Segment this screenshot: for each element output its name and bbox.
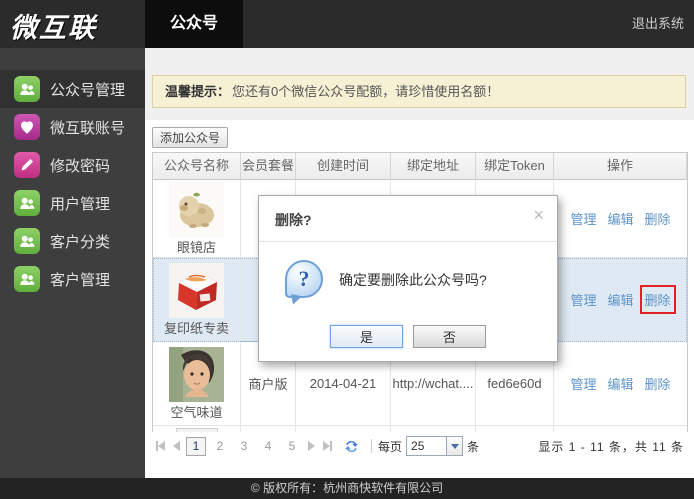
pig-figurine-image (169, 182, 224, 237)
account-name: 复印纸专卖 (163, 321, 229, 336)
page-number-current[interactable]: 1 (186, 436, 206, 456)
refresh-icon[interactable] (344, 439, 359, 454)
account-name-cell: 空气味道 (153, 342, 241, 426)
delete-link[interactable]: 删除 (645, 209, 671, 228)
copyright-text: © 版权所有：杭州商快软件有限公司 (250, 481, 444, 495)
close-icon[interactable]: × (533, 206, 544, 224)
delete-link[interactable]: 删除 (645, 374, 671, 393)
edit-link[interactable]: 编辑 (607, 374, 633, 393)
col-header-name[interactable]: 公众号名称 (153, 153, 241, 180)
page-number[interactable]: 3 (234, 439, 254, 453)
sidebar-item-change-password[interactable]: 修改密码 (0, 146, 145, 184)
per-page-value[interactable]: 25 (406, 436, 447, 456)
no-button[interactable]: 否 (413, 325, 486, 348)
app-window: 微互联 公众号 退出系统 公众号管理 微互联账号 修改密码 用户管理 客户分类 … (0, 0, 694, 499)
edit-link[interactable]: 编辑 (607, 290, 633, 309)
question-icon (285, 260, 323, 298)
users-icon (14, 76, 40, 102)
col-header-token[interactable]: 绑定Token (476, 153, 554, 180)
heart-icon (14, 114, 40, 140)
account-name: 眼镜店 (176, 240, 216, 255)
account-name: 空气味道 (170, 405, 223, 420)
col-header-url[interactable]: 绑定地址 (391, 153, 476, 180)
page-number[interactable]: 5 (282, 439, 302, 453)
actions-cell: 管理 编辑 删除 (554, 342, 687, 426)
actions-cell: 管理 编辑 删除 (554, 180, 687, 258)
sidebar: 公众号管理 微互联账号 修改密码 用户管理 客户分类 客户管理 (0, 48, 145, 478)
sidebar-item-label: 修改密码 (50, 157, 111, 175)
edit-link[interactable]: 编辑 (607, 209, 633, 228)
dialog-title: 删除? (275, 212, 312, 228)
delete-confirm-dialog: 删除? × 确定要删除此公众号吗? 是 否 (258, 195, 558, 362)
col-header-actions: 操作 (554, 153, 687, 180)
sidebar-item-label: 客户分类 (50, 233, 111, 251)
manage-link[interactable]: 管理 (570, 290, 596, 309)
pagination-bar: 1 2 3 4 5 每页 25 条 显示 1 - 11 条，共 11 条 (152, 432, 688, 460)
page-number[interactable]: 2 (210, 439, 230, 453)
logout-link[interactable]: 退出系统 (632, 0, 684, 48)
chevron-down-icon[interactable] (446, 436, 464, 456)
first-page-icon[interactable] (156, 441, 165, 451)
actions-cell: 管理 编辑 删除 (554, 258, 687, 342)
delete-link-highlighted[interactable]: 删除 (639, 285, 676, 314)
manage-link[interactable]: 管理 (570, 209, 596, 228)
per-page-select[interactable]: 25 (406, 436, 464, 456)
red-box-product-image (169, 263, 224, 318)
dialog-header[interactable]: 删除? × (259, 196, 557, 241)
footer: © 版权所有：杭州商快软件有限公司 (0, 478, 694, 499)
users-icon (14, 266, 40, 292)
col-header-created[interactable]: 创建时间 (296, 153, 391, 180)
app-logo: 微互联 (10, 13, 97, 43)
page-number[interactable]: 4 (258, 439, 278, 453)
sidebar-item-label: 用户管理 (50, 195, 111, 213)
account-name-cell: 眼镜店 (153, 180, 241, 258)
col-header-plan[interactable]: 会员套餐 (241, 153, 296, 180)
sidebar-item-customer-category[interactable]: 客户分类 (0, 222, 145, 260)
divider (371, 439, 372, 453)
account-name-cell: 复印纸专卖 (153, 258, 241, 342)
per-page-label: 每页 (378, 439, 403, 454)
quota-notice-banner: 温馨提示： 您还有0个微信公众号配额，请珍惜使用名额！ (152, 75, 686, 108)
last-page-icon[interactable] (323, 441, 332, 451)
records-summary: 显示 1 - 11 条，共 11 条 (538, 439, 684, 454)
pencil-icon (14, 152, 40, 178)
users-icon (14, 228, 40, 254)
notice-prefix: 温馨提示： (165, 84, 231, 99)
sidebar-item-account-management[interactable]: 公众号管理 (0, 70, 145, 108)
portrait-photo-image (169, 347, 224, 402)
manage-link[interactable]: 管理 (570, 374, 596, 393)
per-page-unit: 条 (467, 439, 480, 454)
sidebar-item-label: 微互联账号 (50, 119, 126, 137)
sidebar-item-label: 客户管理 (50, 271, 111, 289)
yes-button[interactable]: 是 (330, 325, 403, 348)
users-icon (14, 190, 40, 216)
sidebar-item-user-management[interactable]: 用户管理 (0, 184, 145, 222)
dialog-body: 确定要删除此公众号吗? (259, 242, 557, 318)
sidebar-item-customer-management[interactable]: 客户管理 (0, 260, 145, 298)
sidebar-item-label: 公众号管理 (50, 81, 126, 99)
tab-public-account[interactable]: 公众号 (145, 0, 243, 48)
dialog-message: 确定要删除此公众号吗? (339, 272, 487, 288)
notice-text: 您还有0个微信公众号配额，请珍惜使用名额！ (232, 84, 500, 99)
prev-page-icon[interactable] (173, 441, 180, 451)
dialog-footer: 是 否 (259, 325, 557, 348)
table-header-row: 公众号名称 会员套餐 创建时间 绑定地址 绑定Token 操作 (153, 153, 687, 180)
topbar: 微互联 公众号 退出系统 (0, 0, 694, 48)
next-page-icon[interactable] (308, 441, 315, 451)
add-public-account-button[interactable]: 添加公众号 (152, 127, 229, 148)
sidebar-item-weihulian-account[interactable]: 微互联账号 (0, 108, 145, 146)
